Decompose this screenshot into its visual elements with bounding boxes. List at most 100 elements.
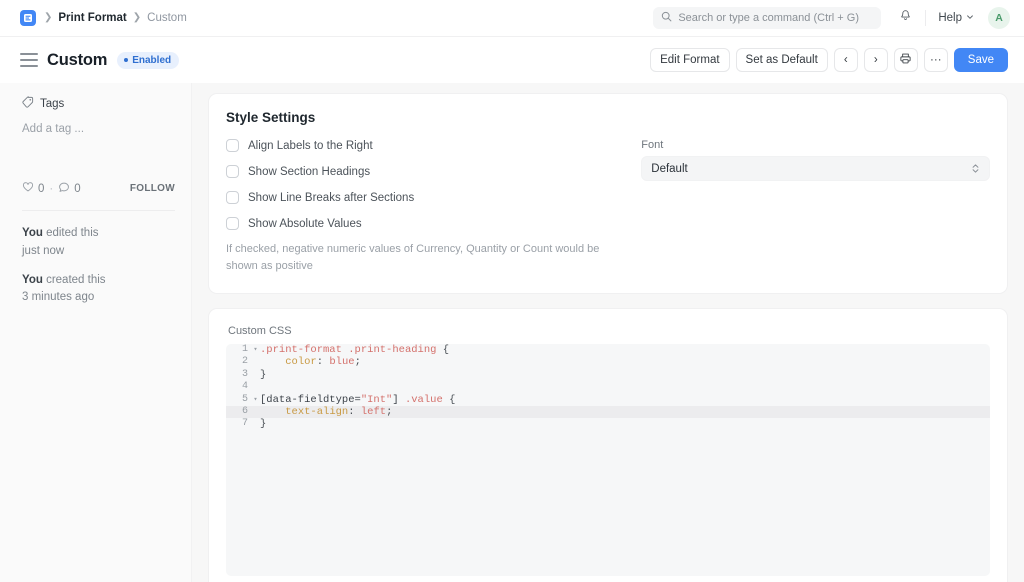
code-text: }	[260, 369, 266, 381]
font-select-value: Default	[651, 163, 687, 175]
app-logo-icon[interactable]	[20, 10, 36, 26]
activity-actor: You	[22, 274, 43, 286]
style-settings-right-column: Font Default	[623, 139, 990, 275]
set-as-default-button[interactable]: Set as Default	[736, 48, 828, 72]
tag-icon	[22, 96, 34, 111]
line-number: 4	[226, 381, 251, 393]
checkbox-show-absolute-values[interactable]	[226, 217, 239, 230]
checkbox-row-align-labels[interactable]: Align Labels to the Right	[226, 139, 623, 152]
code-token: color	[285, 356, 317, 368]
navbar-divider	[925, 10, 926, 26]
social-row: 0 · 0 FOLLOW	[22, 181, 175, 196]
fold-arrow-icon[interactable]: ▾	[251, 394, 260, 406]
code-line[interactable]: 4	[226, 381, 990, 393]
line-number: 6	[226, 406, 251, 418]
navbar-actions: Help A	[893, 6, 1010, 30]
global-search[interactable]	[653, 7, 881, 29]
activity-item: You edited this just now	[22, 225, 175, 261]
checkbox-row-show-absolute-values[interactable]: Show Absolute Values	[226, 217, 623, 230]
checkbox-row-show-line-breaks[interactable]: Show Line Breaks after Sections	[226, 191, 623, 204]
help-menu[interactable]: Help	[934, 9, 978, 27]
page-body: Tags Add a tag ... 0 · 0	[0, 83, 1024, 582]
search-input[interactable]	[678, 12, 873, 24]
checkbox-show-line-breaks[interactable]	[226, 191, 239, 204]
save-button[interactable]: Save	[954, 48, 1008, 72]
follow-button[interactable]: FOLLOW	[130, 183, 175, 194]
like-count: 0	[38, 183, 44, 195]
breadcrumb-item-custom[interactable]: Custom	[147, 12, 187, 24]
activity-actor: You	[22, 227, 43, 239]
code-text: color: blue;	[260, 356, 361, 368]
checkbox-label: Show Absolute Values	[248, 218, 362, 230]
checkbox-align-labels[interactable]	[226, 139, 239, 152]
custom-css-card: Custom CSS 1▾.print-format .print-headin…	[208, 308, 1008, 582]
checkbox-label: Show Line Breaks after Sections	[248, 192, 414, 204]
code-token: :	[317, 356, 330, 368]
code-token	[260, 406, 285, 418]
code-token: {	[436, 344, 449, 356]
edit-format-button[interactable]: Edit Format	[650, 48, 729, 72]
activity-time: just now	[22, 245, 64, 257]
code-token: ;	[386, 406, 392, 418]
code-token: }	[260, 369, 266, 381]
code-token: .print-heading	[348, 344, 436, 356]
hamburger-line	[20, 59, 38, 61]
code-text: }	[260, 418, 266, 430]
style-settings-card: Style Settings Align Labels to the Right…	[208, 93, 1008, 294]
code-line[interactable]: 2 color: blue;	[226, 356, 990, 368]
code-token: ]	[392, 394, 405, 406]
comment-button[interactable]: 0	[58, 181, 80, 196]
checkbox-label: Align Labels to the Right	[248, 140, 373, 152]
code-text: [data-fieldtype="Int"] .value {	[260, 394, 455, 406]
like-button[interactable]: 0	[22, 181, 44, 196]
more-options-button[interactable]: ···	[924, 48, 948, 72]
heart-icon	[22, 181, 34, 196]
code-line[interactable]: 7}	[226, 418, 990, 430]
add-tag-input[interactable]: Add a tag ...	[22, 123, 175, 135]
code-token: ;	[355, 356, 361, 368]
font-field-label: Font	[641, 139, 990, 151]
status-badge: Enabled	[117, 52, 179, 69]
code-token: left	[361, 406, 386, 418]
line-number: 5	[226, 394, 251, 406]
stepper-icon	[971, 162, 980, 175]
tags-label: Tags	[40, 98, 64, 110]
code-line[interactable]: 1▾.print-format .print-heading {	[226, 344, 990, 356]
hamburger-line	[20, 65, 38, 67]
help-label: Help	[938, 12, 962, 24]
code-line[interactable]: 3}	[226, 369, 990, 381]
code-token: .value	[405, 394, 443, 406]
code-token: {	[443, 394, 456, 406]
bell-icon	[899, 9, 912, 27]
line-number: 1	[226, 344, 251, 356]
line-number: 7	[226, 418, 251, 430]
line-number: 3	[226, 369, 251, 381]
print-button[interactable]	[894, 48, 918, 72]
code-line[interactable]: 5▾[data-fieldtype="Int"] .value {	[226, 394, 990, 406]
sidebar-divider	[22, 210, 175, 211]
code-token: }	[260, 418, 266, 430]
page-toolbar: Edit Format Set as Default ‹ › ··· Save	[650, 48, 1008, 72]
prev-button[interactable]: ‹	[834, 48, 858, 72]
social-separator: ·	[49, 183, 53, 195]
style-settings-columns: Align Labels to the Right Show Section H…	[226, 139, 990, 275]
activity-item: You created this 3 minutes ago	[22, 272, 175, 308]
checkbox-label: Show Section Headings	[248, 166, 370, 178]
avatar[interactable]: A	[988, 7, 1010, 29]
activity-action: created this	[46, 274, 105, 286]
notifications-button[interactable]	[893, 6, 917, 30]
fold-arrow-icon[interactable]: ▾	[251, 344, 260, 356]
style-settings-left-column: Align Labels to the Right Show Section H…	[226, 139, 623, 275]
next-button[interactable]: ›	[864, 48, 888, 72]
code-line[interactable]: 6 text-align: left;	[226, 406, 990, 418]
checkbox-show-section-headings[interactable]	[226, 165, 239, 178]
comment-icon	[58, 181, 70, 196]
breadcrumb: ❯ Print Format ❯ Custom	[44, 12, 187, 24]
custom-css-editor[interactable]: 1▾.print-format .print-heading {2 color:…	[226, 344, 990, 576]
font-select[interactable]: Default	[641, 156, 990, 181]
comment-count: 0	[74, 183, 80, 195]
breadcrumb-item-print-format[interactable]: Print Format	[58, 12, 126, 24]
hamburger-icon[interactable]	[20, 53, 38, 67]
page-header: Custom Enabled Edit Format Set as Defaul…	[0, 37, 1024, 83]
checkbox-row-show-section-headings[interactable]: Show Section Headings	[226, 165, 623, 178]
